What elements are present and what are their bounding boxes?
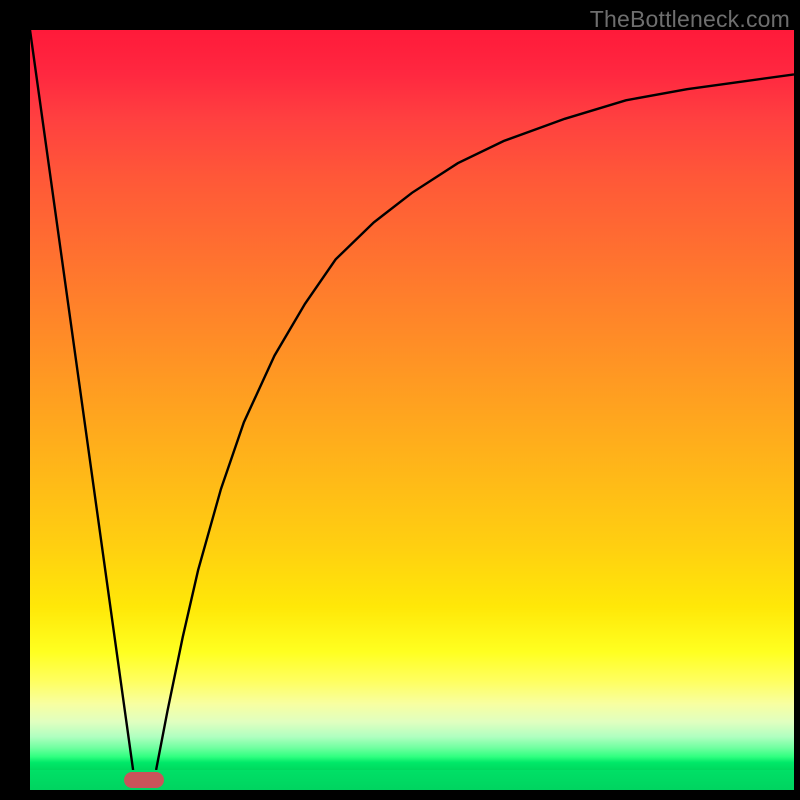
curve-overlay [30,30,794,770]
chart-path [30,30,794,770]
bottleneck-marker [124,772,164,788]
watermark-text: TheBottleneck.com [590,6,790,33]
plot-area [30,30,794,770]
